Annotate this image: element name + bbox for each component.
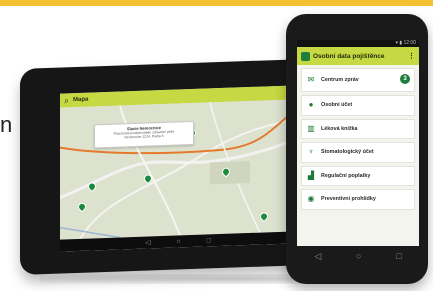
back-icon[interactable]: ◁ (145, 239, 150, 246)
message-count-badge: 3 (400, 74, 410, 84)
menu-item-label: Preventivní prohlídky (321, 196, 376, 203)
menu-item-label: Osobní účet (321, 102, 353, 109)
menu-item-lekova-knizka[interactable]: ▥ Léková knížka (301, 118, 415, 139)
app-header: Osobní data pojištěnce ⋮ (297, 47, 419, 65)
book-icon: ▥ (307, 123, 315, 133)
status-bar: ▾ ▮ 12:00 (297, 40, 419, 47)
eye-icon: ◉ (307, 194, 315, 204)
home-icon[interactable]: ○ (176, 238, 180, 245)
app-title: Osobní data pojištěnce (313, 52, 385, 60)
envelope-icon: ✉ (307, 75, 315, 84)
person-icon: ● (308, 100, 314, 110)
phone-screen: ▾ ▮ 12:00 Osobní data pojištěnce ⋮ ✉ Cen… (297, 40, 419, 246)
tablet-device: ⌕ Mapa Slavie Nemocnice Pracovisté posky… (20, 59, 306, 275)
status-text: ▾ ▮ 12:00 (395, 40, 416, 46)
phone-nav-bar: ◁ ○ □ (297, 252, 419, 261)
menu-item-label: Stomatologický účet (321, 149, 374, 156)
search-icon[interactable]: ⌕ (64, 95, 69, 105)
phone-device: ▾ ▮ 12:00 Osobní data pojištěnce ⋮ ✉ Cen… (286, 14, 428, 284)
back-icon[interactable]: ◁ (314, 252, 321, 261)
tablet-screen: ⌕ Mapa Slavie Nemocnice Pracovisté posky… (60, 85, 296, 252)
tooth-icon: ♆ (308, 147, 314, 157)
product-showcase: n ⌕ Mapa Slavie Nemocnice Pracovisté pos… (0, 0, 433, 291)
home-icon[interactable]: ○ (356, 252, 361, 261)
app-logo-icon (301, 51, 310, 61)
menu-item-label: Léková knížka (321, 125, 358, 132)
menu-item-regulacni-poplatky[interactable]: ▟ Regulační poplatky (301, 165, 415, 186)
menu-item-centrum-zprav[interactable]: ✉ Centrum zpráv 3 (301, 68, 415, 92)
map-info-popup[interactable]: Slavie Nemocnice Pracovisté poskytovatel… (94, 120, 194, 149)
menu-item-label: Centrum zpráv (321, 77, 359, 83)
map-view[interactable]: Slavie Nemocnice Pracovisté poskytovatel… (60, 99, 296, 240)
overflow-menu-icon[interactable]: ⋮ (408, 52, 415, 60)
recent-apps-icon[interactable]: □ (207, 237, 211, 244)
recent-apps-icon[interactable]: □ (396, 252, 401, 261)
chart-icon: ▟ (307, 170, 315, 180)
menu-item-preventivni-prohlidky[interactable]: ◉ Preventivní prohlídky (301, 189, 415, 210)
menu-item-label: Regulační poplatky (321, 172, 371, 179)
map-search-label: Mapa (73, 96, 89, 104)
menu-item-stomatologicky-ucet[interactable]: ♆ Stomatologický účet (301, 142, 415, 163)
top-stripe (0, 0, 433, 6)
main-menu: ✉ Centrum zpráv 3 ● Osobní účet ▥ Léková… (301, 68, 415, 213)
menu-item-osobni-ucet[interactable]: ● Osobní účet (301, 95, 415, 116)
cropped-text: n (0, 112, 13, 137)
